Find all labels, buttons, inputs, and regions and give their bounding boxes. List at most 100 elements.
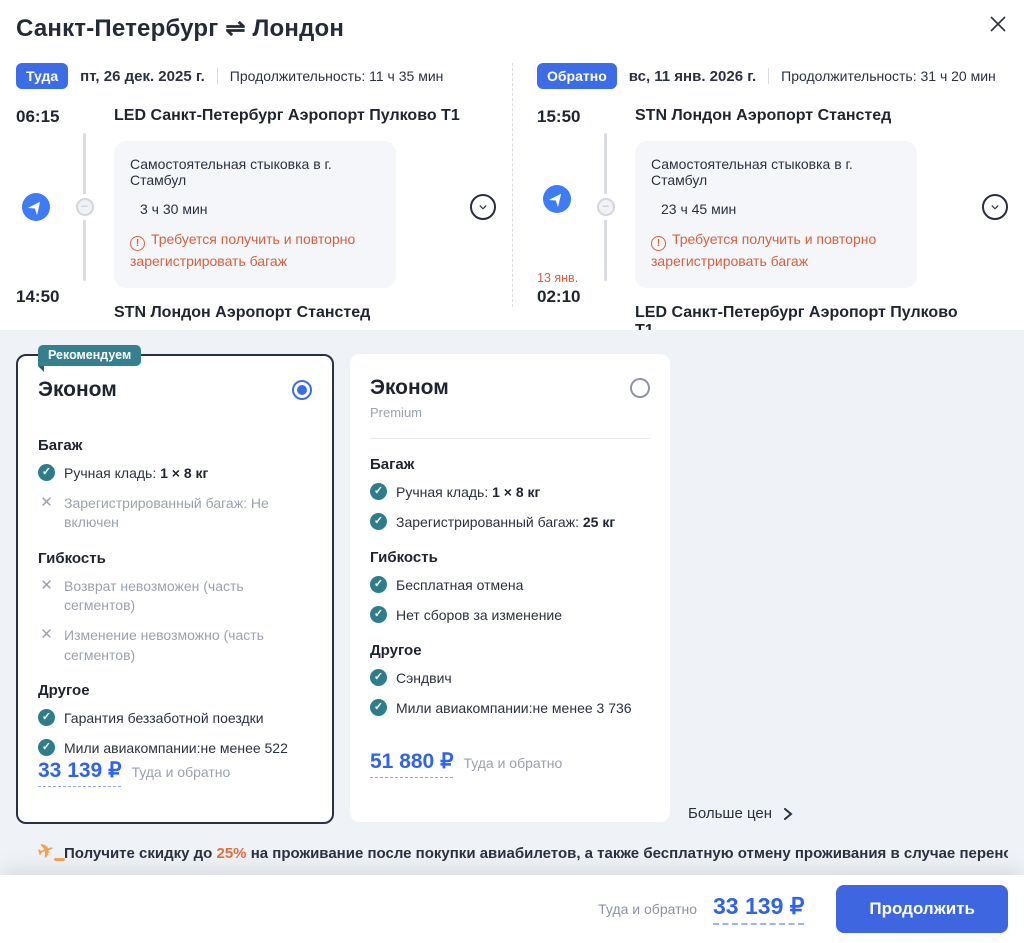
recommended-badge: Рекомендуем xyxy=(38,345,142,372)
divider xyxy=(370,438,650,439)
warning-icon: ! xyxy=(130,236,145,252)
fare-feature-item: ✓ Ручная кладь: 1 × 8 кг xyxy=(38,464,312,484)
cross-icon: ✕ xyxy=(40,625,53,643)
fare-radio-unselected[interactable] xyxy=(630,378,650,398)
fare-name: Эконом xyxy=(38,378,117,401)
more-prices-link[interactable]: Больше цен xyxy=(688,805,794,822)
fare-price[interactable]: 51 880 ₽ xyxy=(370,749,454,778)
arrival-time: 02:10 xyxy=(537,287,581,306)
outbound-leg: Туда пт, 26 дек. 2025 г. Продолжительнос… xyxy=(0,63,512,321)
fare-price-row: 33 139 ₽ Туда и обратно xyxy=(38,758,312,813)
fare-price[interactable]: 33 139 ₽ xyxy=(38,758,122,788)
fare-subtitle: Premium xyxy=(370,405,423,420)
flight-details-modal: Санкт-Петербург ⇌ Лондон Туда пт, 26 дек… xyxy=(0,0,1024,943)
airline-logo-icon xyxy=(22,193,50,221)
fare-feature-item: ✕ Возврат невозможен (часть сегментов) xyxy=(38,577,312,616)
fare-price-note: Туда и обратно xyxy=(131,764,231,781)
arrival-time: 14:50 xyxy=(16,287,60,306)
arrival-airport: STN Лондон Аэропорт Станстед xyxy=(114,303,371,321)
chevron-right-icon xyxy=(784,807,793,820)
chevron-down-icon xyxy=(479,205,487,210)
baggage-warning: ! Требуется получить и повторно зарегистр… xyxy=(130,231,356,270)
check-icon: ✓ xyxy=(370,512,387,530)
fare-feature-item: ✓ Ручная кладь: 1 × 8 кг xyxy=(370,483,650,503)
fare-price-row: 51 880 ₽ Туда и обратно xyxy=(370,749,650,804)
layover-icon: – xyxy=(75,198,94,216)
departure-airport: LED Санкт-Петербург Аэропорт Пулково T1 xyxy=(114,107,460,124)
separator xyxy=(768,68,770,84)
outbound-duration: Продолжительность: 11 ч 35 мин xyxy=(229,68,444,84)
inbound-leg: Обратно вс, 11 янв. 2026 г. Продолжитель… xyxy=(512,63,1024,339)
banner-text: Получите скидку до 25% на проживание пос… xyxy=(64,844,1008,862)
fare-selection-area: Рекомендуем Эконом Багаж ✓ Ручная кладь:… xyxy=(0,330,1024,943)
section-title-baggage: Багаж xyxy=(370,456,415,473)
footer-trip-type: Туда и обратно xyxy=(598,901,698,917)
fare-card-econom[interactable]: Рекомендуем Эконом Багаж ✓ Ручная кладь:… xyxy=(16,345,334,824)
section-title-flexibility: Гибкость xyxy=(370,549,438,567)
inbound-leg-header: Обратно вс, 11 янв. 2026 г. Продолжитель… xyxy=(537,63,1008,89)
check-icon: ✓ xyxy=(38,709,55,727)
expand-details-button[interactable] xyxy=(982,194,1008,220)
fare-feature-item: ✓ Сэндвич xyxy=(370,669,650,689)
fare-card-econom-premium[interactable]: Эконом Premium Багаж ✓ Ручная кладь: 1 ×… xyxy=(350,354,670,822)
outbound-time-column: 06:15 14:50 xyxy=(16,107,64,307)
cross-icon: ✕ xyxy=(40,576,53,594)
connection-duration: 23 ч 45 мин xyxy=(661,201,737,217)
outbound-flight: 06:15 14:50 – LED Санкт-Петербург Аэропо… xyxy=(16,107,496,321)
section-title-other: Другое xyxy=(38,682,90,700)
total-price[interactable]: 33 139 ₽ xyxy=(713,893,805,925)
fare-feature-item: ✓ Зарегистрированный багаж: 25 кг xyxy=(370,512,650,533)
inbound-flight-content: STN Лондон Аэропорт Станстед Самостоятел… xyxy=(627,107,974,339)
layover-icon: – xyxy=(596,198,615,216)
separator xyxy=(216,68,218,84)
departure-time: 06:15 xyxy=(16,107,60,126)
expand-details-button[interactable] xyxy=(470,194,496,220)
summary-footer: Туда и обратно 33 139 ₽ Продолжить xyxy=(0,875,1024,943)
connection-duration: 3 ч 30 мин xyxy=(140,201,208,217)
flight-timeline: – xyxy=(585,107,627,307)
connection-info-box: Самостоятельная стыковка в г. Стамбул 23… xyxy=(635,141,917,288)
inbound-duration: Продолжительность: 31 ч 20 мин xyxy=(781,68,996,84)
fare-price-note: Туда и обратно xyxy=(463,755,563,771)
departure-airport: STN Лондон Аэропорт Станстед xyxy=(635,107,892,124)
check-icon: ✓ xyxy=(38,464,55,481)
fare-feature-item: ✓ Гарантия беззаботной поездки xyxy=(38,709,312,729)
connection-info-box: Самостоятельная стыковка в г. Стамбул 3 … xyxy=(114,141,396,288)
cross-icon: ✕ xyxy=(40,493,53,511)
arrival-next-day-date: 13 янв. xyxy=(537,271,579,285)
inbound-time-column: 15:50 13 янв. 02:10 xyxy=(537,107,585,307)
airline-logo-icon xyxy=(543,185,571,213)
continue-button[interactable]: Продолжить xyxy=(836,885,1008,933)
check-icon: ✓ xyxy=(370,698,387,716)
fare-radio-selected[interactable] xyxy=(292,380,312,400)
fare-cards-row: Рекомендуем Эконом Багаж ✓ Ручная кладь:… xyxy=(16,345,1008,824)
flight-timeline: – xyxy=(64,107,106,307)
close-icon xyxy=(990,16,1006,32)
section-title-flexibility: Гибкость xyxy=(38,549,106,567)
direction-badge-outbound: Туда xyxy=(16,63,69,89)
fare-name: Эконом xyxy=(370,376,449,399)
inbound-expand-column xyxy=(974,107,1008,307)
fare-feature-item: ✓ Бесплатная отмена xyxy=(370,576,650,596)
inbound-flight: 15:50 13 янв. 02:10 – STN Лондон Аэропор… xyxy=(537,107,1008,339)
check-icon: ✓ xyxy=(370,576,387,594)
outbound-expand-column xyxy=(462,107,496,307)
connection-title: Самостоятельная стыковка в г. Стамбул xyxy=(651,156,853,188)
departure-time: 15:50 xyxy=(537,107,581,126)
check-icon: ✓ xyxy=(38,738,55,756)
check-icon: ✓ xyxy=(370,483,387,500)
check-icon: ✓ xyxy=(370,605,387,623)
fare-feature-item: ✓ Мили авиакомпании:не менее 3 736 xyxy=(370,698,650,719)
legs-container: Туда пт, 26 дек. 2025 г. Продолжительнос… xyxy=(0,63,1024,339)
outbound-leg-header: Туда пт, 26 дек. 2025 г. Продолжительнос… xyxy=(16,63,496,89)
warning-icon: ! xyxy=(651,236,666,252)
arrival-time-block: 13 янв. 02:10 xyxy=(537,271,585,307)
hotel-discount-banner: ✈ Получите скидку до 25% на проживание п… xyxy=(16,842,1008,864)
close-button[interactable] xyxy=(984,10,1012,38)
check-icon: ✓ xyxy=(370,669,387,687)
chevron-down-icon xyxy=(991,205,999,210)
direction-badge-inbound: Обратно xyxy=(537,63,617,89)
inbound-date: вс, 11 янв. 2026 г. xyxy=(628,67,757,85)
fare-card-header: Эконом Premium xyxy=(370,376,650,420)
connection-title: Самостоятельная стыковка в г. Стамбул xyxy=(130,156,332,188)
